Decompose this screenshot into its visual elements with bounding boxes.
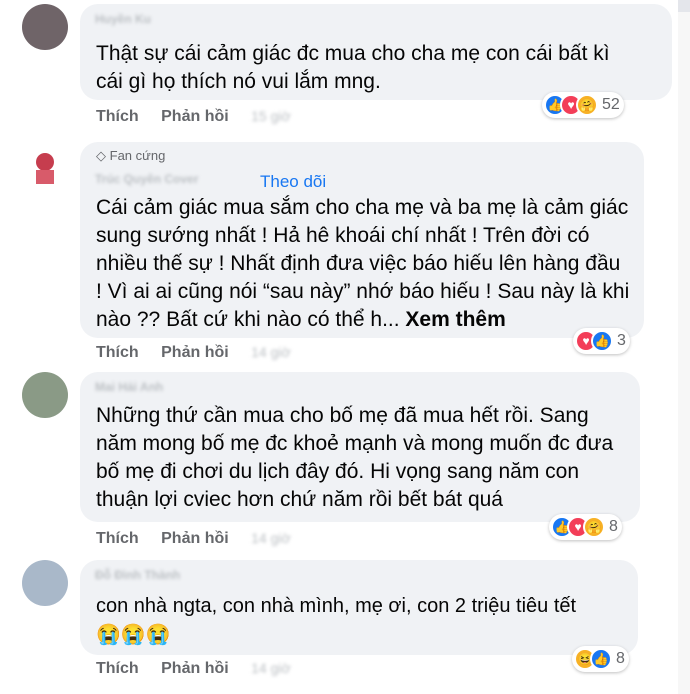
scrollbar-top[interactable]	[678, 0, 690, 12]
commenter-name[interactable]: Huyền Ku	[95, 12, 151, 26]
comment-2: ◇ Fan cứng Trúc Quyên Cover Theo dõi Cái…	[0, 138, 690, 373]
crying-emoji: 😭😭😭	[96, 624, 171, 646]
comment-actions: Thích Phản hồi 15 giờ	[96, 108, 309, 126]
reply-button[interactable]: Phản hồi	[161, 344, 229, 361]
scrollbar[interactable]	[678, 0, 690, 694]
reply-button[interactable]: Phản hồi	[161, 530, 229, 547]
like-button[interactable]: Thích	[96, 530, 139, 547]
comment-time[interactable]: 15 giờ	[251, 108, 291, 124]
reaction-count: 3	[617, 332, 626, 349]
like-icon: 👍	[590, 648, 612, 670]
commenter-name[interactable]: Mai Hải Anh	[95, 380, 163, 394]
like-button[interactable]: Thích	[96, 660, 139, 677]
diamond-icon: ◇	[96, 148, 106, 163]
fan-badge-label: Fan cứng	[109, 148, 166, 163]
comment-text: Thật sự cái cảm giác đc mua cho cha mẹ c…	[96, 42, 610, 93]
reply-button[interactable]: Phản hồi	[161, 108, 229, 125]
comment-4: Đỗ Đình Thành con nhà ngta, con nhà mình…	[0, 560, 690, 694]
avatar[interactable]	[22, 560, 68, 606]
reaction-summary[interactable]: 👍 ♥ 🤗 52	[542, 92, 624, 118]
commenter-name[interactable]: Trúc Quyên Cover	[95, 172, 198, 186]
avatar[interactable]	[22, 372, 68, 418]
follow-button[interactable]: Theo dõi	[260, 172, 326, 192]
comment-time[interactable]: 14 giờ	[251, 344, 291, 360]
avatar[interactable]	[22, 4, 68, 50]
like-button[interactable]: Thích	[96, 344, 139, 361]
comment-3: Mai Hải Anh Những thứ cần mua cho bố mẹ …	[0, 372, 690, 560]
avatar-image	[36, 153, 54, 184]
comment-time[interactable]: 14 giờ	[251, 530, 291, 546]
reaction-summary[interactable]: 😆 👍 8	[572, 646, 629, 672]
comment-bubble: ◇ Fan cứng Trúc Quyên Cover Theo dõi Cái…	[80, 142, 644, 338]
comment-body: Cái cảm giác mua sắm cho cha mẹ và ba mẹ…	[96, 196, 630, 331]
comment-text: Những thứ cần mua cho bố mẹ đã mua hết r…	[96, 404, 614, 511]
comment-actions: Thích Phản hồi 14 giờ	[96, 344, 309, 362]
commenter-name[interactable]: Đỗ Đình Thành	[95, 568, 180, 582]
reaction-count: 8	[616, 650, 625, 667]
comment-1: Huyền Ku Thật sự cái cảm giác đc mua cho…	[0, 0, 690, 135]
see-more-link[interactable]: Xem thêm	[405, 308, 505, 331]
comment-text: con nhà ngta, con nhà mình, mẹ ơi, con 2…	[96, 595, 577, 617]
reaction-summary[interactable]: 👍 ♥ 🤗 8	[549, 514, 622, 540]
comment-actions: Thích Phản hồi 14 giờ	[96, 530, 309, 548]
like-button[interactable]: Thích	[96, 108, 139, 125]
reply-button[interactable]: Phản hồi	[161, 660, 229, 677]
care-icon: 🤗	[583, 516, 605, 538]
comment-bubble: Mai Hải Anh Những thứ cần mua cho bố mẹ …	[80, 372, 640, 522]
fan-badge: ◇ Fan cứng	[96, 148, 165, 164]
comment-bubble: Huyền Ku Thật sự cái cảm giác đc mua cho…	[80, 4, 672, 100]
avatar[interactable]	[22, 142, 68, 188]
comment-time[interactable]: 14 giờ	[251, 660, 291, 676]
comment-bubble: Đỗ Đình Thành con nhà ngta, con nhà mình…	[80, 560, 638, 655]
reaction-count: 52	[602, 96, 620, 113]
comment-text: Cái cảm giác mua sắm cho cha mẹ và ba mẹ…	[96, 194, 629, 334]
reaction-summary[interactable]: ♥ 👍 3	[573, 328, 630, 354]
care-icon: 🤗	[576, 94, 598, 116]
like-icon: 👍	[591, 330, 613, 352]
comment-actions: Thích Phản hồi 14 giờ	[96, 660, 309, 678]
reaction-count: 8	[609, 518, 618, 535]
